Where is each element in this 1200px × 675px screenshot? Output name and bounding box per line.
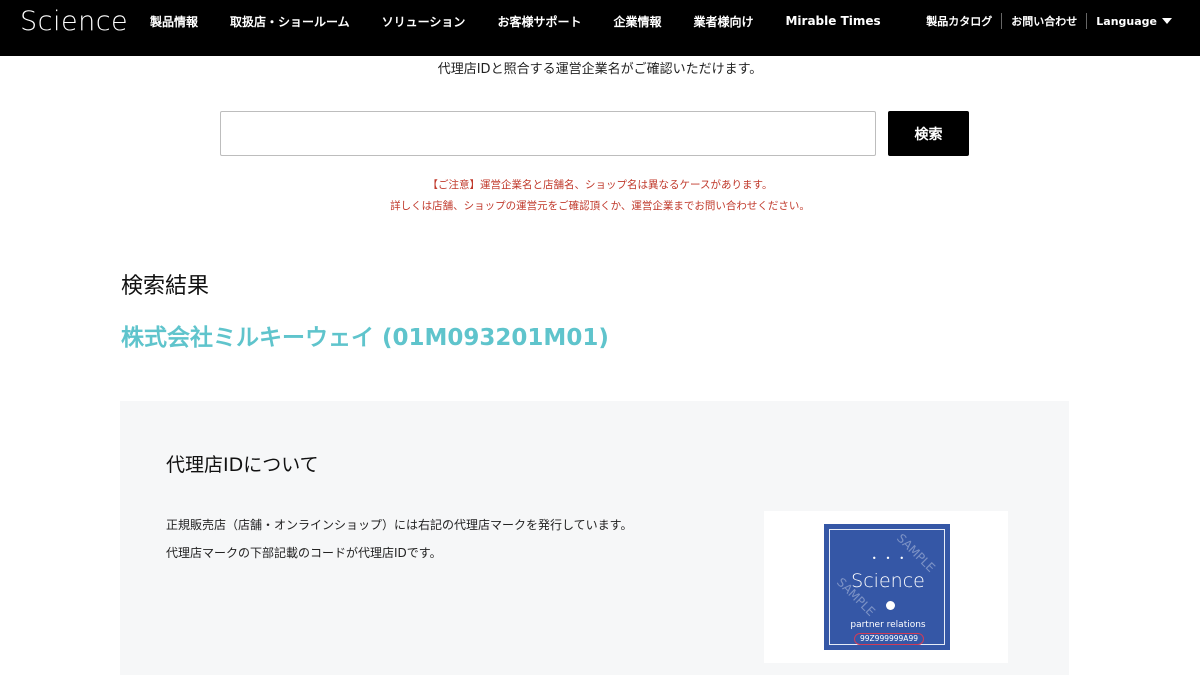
contact-link[interactable]: お問い合わせ xyxy=(1011,13,1077,29)
divider xyxy=(1086,13,1088,29)
search-lead-text: 代理店IDと照合する運営企業名がご確認いただけます。 xyxy=(437,62,763,77)
site-header: Science 製品情報 取扱店・ショールーム ソリューション お客様サポート … xyxy=(0,0,1200,56)
result-item-link[interactable]: 株式会社ミルキーウェイ (01M093201M01) xyxy=(121,318,609,352)
catalog-link[interactable]: 製品カタログ xyxy=(926,13,992,29)
nav-item-support[interactable]: お客様サポート xyxy=(497,13,581,30)
nav-item-products[interactable]: 製品情報 xyxy=(150,13,198,30)
divider xyxy=(1001,13,1003,29)
language-label: Language xyxy=(1096,14,1157,28)
nav-item-company[interactable]: 企業情報 xyxy=(613,13,661,30)
search-button[interactable]: 検索 xyxy=(888,111,969,156)
chevron-down-icon xyxy=(1162,18,1172,24)
agency-mark-sample: ••• Science partner relations 99Z999999A… xyxy=(764,511,1008,663)
nav-item-stores[interactable]: 取扱店・ショールーム xyxy=(230,13,350,30)
mark-subtitle: partner relations xyxy=(850,620,926,630)
notice-line-2: 詳しくは店舗、ショップの運営元をご確認頂くか、運営企業までお問い合わせください。 xyxy=(390,200,810,212)
mark-agency-code: 99Z999999A99 xyxy=(854,633,924,645)
main-nav: 製品情報 取扱店・ショールーム ソリューション お客様サポート 企業情報 業者様… xyxy=(150,0,881,42)
info-text-line-2: 代理店マークの下部記載のコードが代理店IDです。 xyxy=(166,546,442,560)
nav-item-solutions[interactable]: ソリューション xyxy=(382,13,466,30)
nav-item-mirable-times[interactable]: Mirable Times xyxy=(785,14,880,28)
agency-id-search-input[interactable] xyxy=(220,111,876,156)
site-logo[interactable]: Science xyxy=(20,6,128,37)
info-title: 代理店IDについて xyxy=(166,454,319,476)
sample-watermark: SAMPLE xyxy=(894,531,938,575)
utility-nav: 製品カタログ お問い合わせ Language xyxy=(926,0,1172,42)
agency-mark-image: ••• Science partner relations 99Z999999A… xyxy=(824,524,950,650)
dot-icon xyxy=(886,601,895,610)
notice-line-1: 【ご注意】運営企業名と店舗名、ショップ名は異なるケースがあります。 xyxy=(427,179,773,191)
agency-mark-frame: ••• Science partner relations 99Z999999A… xyxy=(829,529,945,645)
language-selector[interactable]: Language xyxy=(1096,15,1172,28)
info-text-line-1: 正規販売店（店舗・オンラインショップ）には右記の代理店マークを発行しています。 xyxy=(166,518,633,532)
agency-id-info-panel: 代理店IDについて 正規販売店（店舗・オンラインショップ）には右記の代理店マーク… xyxy=(120,401,1069,675)
nav-item-business[interactable]: 業者様向け xyxy=(693,13,753,30)
results-heading: 検索結果 xyxy=(121,274,210,299)
